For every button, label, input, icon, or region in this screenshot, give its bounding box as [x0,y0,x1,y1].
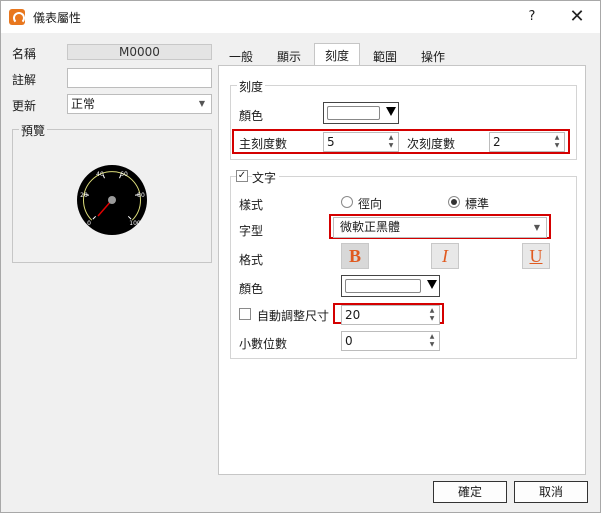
color-swatch [345,279,421,293]
gauge-tick-100: 100 [129,220,141,227]
spin-up-icon[interactable]: ▲ [427,333,437,341]
tab-scale[interactable]: 刻度 [314,43,361,66]
tab-range[interactable]: 範圍 [373,48,397,65]
autosize-checkbox[interactable] [239,308,251,320]
dialog-window: 儀表屬性 ? ✕ 名稱 M0000 註解 更新 正常 ▼ 預覽 0 20 40 … [0,0,601,513]
font-select[interactable]: 微軟正黑體 ▼ [333,217,547,238]
font-select-value: 微軟正黑體 [340,220,401,234]
name-label: 名稱 [12,47,37,61]
text-color-label: 顏色 [239,282,264,296]
gauge-hub [108,196,116,204]
italic-button[interactable]: I [431,243,459,269]
radio-radial[interactable] [341,196,353,208]
gauge-tick-40: 40 [96,171,104,178]
major-ticks-label: 主刻度數 [239,137,288,151]
dropdown-arrow-icon [427,280,437,289]
size-spinner[interactable]: 20 ▲ ▼ [341,305,440,325]
bold-button[interactable]: B [341,243,369,269]
scale-color-picker[interactable] [323,102,399,124]
update-select[interactable]: 正常 ▼ [67,94,212,114]
tab-bar: 一般 顯示 刻度 範圍 操作 [218,43,586,66]
gauge-preview: 0 20 40 60 80 100 [77,165,147,235]
spin-up-icon[interactable]: ▲ [552,134,562,142]
minor-ticks-spinner[interactable]: 2 ▲ ▼ [489,132,565,152]
decimals-value: 0 [345,334,353,348]
comment-label: 註解 [12,73,37,87]
gauge-tick-60: 60 [120,171,128,178]
window-title: 儀表屬性 [33,11,82,25]
font-label: 字型 [239,224,264,238]
scale-group-label: 刻度 [237,78,266,95]
title-bar: 儀表屬性 ? ✕ [1,1,600,33]
decimals-label: 小數位數 [239,337,288,351]
spin-down-icon[interactable]: ▼ [427,341,437,349]
radio-radial-label: 徑向 [358,197,383,211]
scale-color-label: 顏色 [239,109,264,123]
update-select-value: 正常 [71,97,96,111]
radio-standard[interactable] [448,196,460,208]
chevron-down-icon: ▼ [198,99,205,108]
major-ticks-spinner[interactable]: 5 ▲ ▼ [323,132,399,152]
spin-up-icon[interactable]: ▲ [386,134,396,142]
comment-input[interactable] [67,68,212,88]
preview-group: 預覽 0 20 40 60 80 100 [12,122,212,263]
chevron-down-icon: ▼ [533,223,540,232]
major-ticks-value: 5 [327,135,335,149]
radio-standard-label: 標準 [465,197,490,211]
style-label: 樣式 [239,198,264,212]
preview-label: 預覽 [19,122,48,139]
spin-down-icon[interactable]: ▼ [427,315,437,323]
text-color-picker[interactable] [341,275,440,297]
autosize-label: 自動調整尺寸 [257,309,330,323]
minor-ticks-value: 2 [493,135,501,149]
help-button[interactable]: ? [519,5,545,29]
gauge-tick-0: 0 [87,220,91,227]
ok-button[interactable]: 確定 [433,481,507,503]
name-field: M0000 [67,44,212,60]
close-button[interactable]: ✕ [554,1,600,33]
cancel-button[interactable]: 取消 [514,481,588,503]
tab-general[interactable]: 一般 [229,48,253,65]
underline-button[interactable]: U [522,243,550,269]
format-label: 格式 [239,253,264,267]
text-enable-checkbox[interactable]: ✓ [236,170,248,182]
text-group-label: 文字 [252,169,280,186]
app-icon [9,9,25,25]
gauge-tick-80: 80 [137,192,145,199]
tab-display[interactable]: 顯示 [277,48,301,65]
gauge-tick-20: 20 [80,192,88,199]
decimals-spinner[interactable]: 0 ▲ ▼ [341,331,440,351]
spin-down-icon[interactable]: ▼ [552,142,562,150]
spin-up-icon[interactable]: ▲ [427,307,437,315]
dropdown-arrow-icon [386,107,396,116]
size-value: 20 [345,308,361,322]
update-label: 更新 [12,99,37,113]
color-swatch [327,106,380,120]
minor-ticks-label: 次刻度數 [407,137,456,151]
spin-down-icon[interactable]: ▼ [386,142,396,150]
tab-operation[interactable]: 操作 [421,48,445,65]
